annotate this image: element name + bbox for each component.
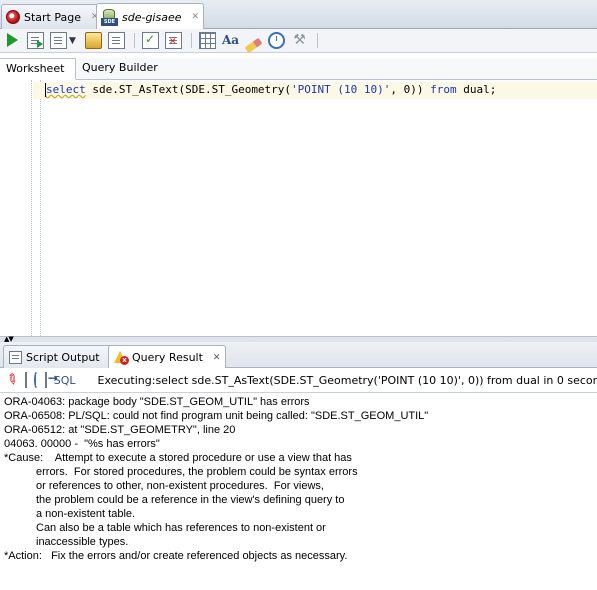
error-line: or references to other, non-existent pro… bbox=[36, 480, 324, 492]
keyword-select: select bbox=[46, 83, 86, 96]
error-line: *Cause: Attempt to execute a stored proc… bbox=[4, 452, 352, 464]
toolbar-separator bbox=[191, 33, 192, 48]
sql-editor[interactable]: select sde.ST_AsText(SDE.ST_Geometry('PO… bbox=[0, 80, 597, 336]
error-line: inaccessible types. bbox=[36, 536, 129, 548]
tools-icon[interactable]: ⚒ bbox=[291, 32, 308, 49]
close-icon[interactable]: ✕ bbox=[213, 353, 221, 363]
error-line: *Action: Fix the errors and/or create re… bbox=[4, 550, 348, 562]
fold-margin bbox=[40, 80, 41, 336]
tab-start-page-label: Start Page bbox=[24, 10, 81, 24]
error-output: ORA-04063: package body "SDE.ST_GEOM_UTI… bbox=[0, 393, 597, 590]
error-line: ORA-06512: at "SDE.ST_GEOMETRY", line 20 bbox=[4, 424, 236, 436]
tab-query-result[interactable]: x Query Result ✕ bbox=[108, 345, 227, 369]
error-line: ORA-06508: PL/SQL: could not find progra… bbox=[4, 410, 429, 422]
sql-tuning-icon[interactable] bbox=[108, 32, 125, 49]
run-statement-icon[interactable] bbox=[4, 32, 21, 49]
print-icon[interactable] bbox=[24, 372, 27, 388]
worksheet-tab-bar: Worksheet Query Builder bbox=[0, 58, 597, 80]
clear-icon[interactable] bbox=[244, 37, 263, 54]
tab-query-result-label: Query Result bbox=[132, 351, 203, 364]
script-output-icon bbox=[9, 350, 22, 364]
tab-script-output[interactable]: Script Output ✕ bbox=[3, 345, 124, 368]
db-icon-text: SDE bbox=[101, 17, 118, 26]
toolbar-separator bbox=[317, 33, 318, 48]
query-result-error-icon: x bbox=[114, 350, 129, 365]
refresh-icon[interactable] bbox=[33, 372, 38, 388]
code-arguments: , 0)) bbox=[390, 83, 431, 96]
error-line: errors. For stored procedures, the probl… bbox=[36, 466, 358, 478]
tab-start-page[interactable]: Start Page ✕ bbox=[1, 4, 104, 29]
document-tab-bar: Start Page ✕ SDE sde-gisaee ✕ bbox=[0, 0, 597, 30]
code-table: dual; bbox=[456, 83, 497, 96]
error-line: Can also be a table which has references… bbox=[36, 522, 326, 534]
error-line: the problem could be a reference in the … bbox=[36, 494, 345, 506]
start-page-icon bbox=[6, 10, 20, 24]
execution-status: Executing:select sde.ST_AsText(SDE.ST_Ge… bbox=[97, 373, 597, 387]
tab-query-builder[interactable]: Query Builder bbox=[76, 58, 164, 80]
toolbar-separator bbox=[134, 33, 135, 48]
result-tab-bar: Script Output ✕ x Query Result ✕ bbox=[0, 342, 597, 369]
error-line: 04063. 00000 - "%s has errors" bbox=[4, 438, 160, 450]
autotrace-icon[interactable] bbox=[50, 32, 67, 49]
code-function-call: sde.ST_AsText(SDE.ST_Geometry( bbox=[85, 83, 292, 96]
sql-statement[interactable]: select sde.ST_AsText(SDE.ST_Geometry('PO… bbox=[46, 83, 496, 96]
sql-database-icon: SDE bbox=[101, 8, 118, 26]
commit-icon[interactable] bbox=[142, 32, 159, 49]
rollback-icon[interactable] bbox=[165, 32, 182, 49]
result-toolbar: ✎ SQL Executing:select sde.ST_AsText(SDE… bbox=[0, 368, 597, 393]
tab-sde-gisaee[interactable]: SDE sde-gisaee ✕ bbox=[96, 3, 205, 30]
tab-worksheet[interactable]: Worksheet bbox=[0, 58, 76, 80]
explain-plan-icon[interactable] bbox=[85, 32, 102, 49]
dropdown-arrow-icon[interactable]: ▼ bbox=[69, 36, 79, 46]
text-caret bbox=[45, 83, 46, 97]
sql-history-icon[interactable] bbox=[268, 32, 285, 49]
close-icon[interactable]: ✕ bbox=[192, 12, 200, 22]
tab-sde-gisaee-label: sde-gisaee bbox=[122, 10, 182, 24]
error-line: a non-existent table. bbox=[36, 508, 136, 520]
error-line: ORA-04063: package body "SDE.ST_GEOM_UTI… bbox=[4, 396, 310, 408]
code-string-literal: 'POINT (10 10)' bbox=[291, 83, 391, 96]
to-upper-lower-icon[interactable]: Aa bbox=[222, 32, 239, 49]
line-gutter bbox=[0, 80, 32, 336]
unshared-sql-worksheet-icon[interactable] bbox=[199, 32, 216, 49]
run-script-icon[interactable] bbox=[27, 32, 44, 49]
keyword-from: from bbox=[430, 83, 457, 96]
worksheet-toolbar: ▼ Aa ⚒ bbox=[0, 29, 597, 54]
export-icon[interactable] bbox=[44, 371, 58, 388]
pin-icon[interactable]: ✎ bbox=[2, 370, 21, 390]
tab-script-output-label: Script Output bbox=[26, 350, 100, 364]
